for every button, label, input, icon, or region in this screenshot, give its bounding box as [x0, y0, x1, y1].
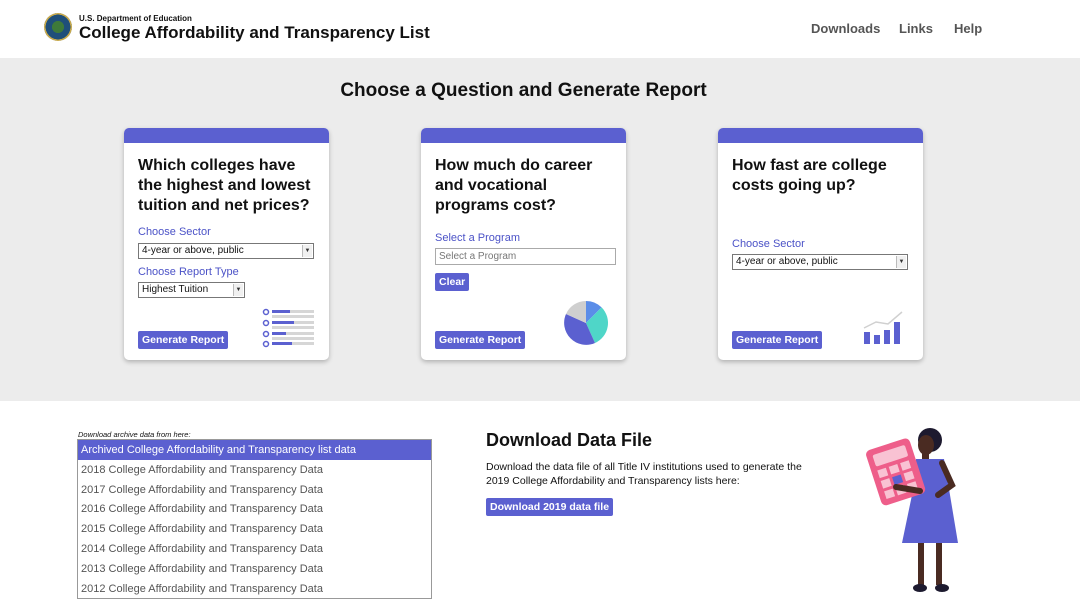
card-question: How much do career and vocational progra…: [435, 157, 593, 214]
archive-list-item[interactable]: 2018 College Affordability and Transpare…: [78, 460, 431, 480]
archive-list-item[interactable]: 2015 College Affordability and Transpare…: [78, 519, 431, 539]
clear-button[interactable]: Clear: [435, 273, 470, 291]
archive-list-item[interactable]: Archived College Affordability and Trans…: [78, 440, 431, 460]
pie-chart-icon: [564, 300, 609, 345]
cost-trend-question-card: How fast are college costs going up? Cho…: [718, 128, 923, 360]
person-with-calculator-illustration: [866, 428, 958, 592]
archive-list-item[interactable]: 2014 College Affordability and Transpare…: [78, 539, 431, 559]
sector-select[interactable]: 4-year or above, public ▼: [732, 254, 908, 270]
download-data-file-button[interactable]: Download 2019 data file: [486, 498, 614, 516]
card-header-band: [421, 128, 626, 143]
report-type-select-value: Highest Tuition: [142, 284, 209, 295]
sector-select-value: 4-year or above, public: [736, 256, 838, 267]
archive-list-item[interactable]: 2013 College Affordability and Transpare…: [78, 559, 431, 579]
download-title: Download Data File: [486, 430, 653, 450]
sector-select[interactable]: 4-year or above, public ▼: [138, 243, 314, 259]
questions-section: Choose a Question and Generate Report Wh…: [0, 58, 1080, 401]
program-label: Select a Program: [435, 232, 520, 244]
dropdown-arrow-icon: ▼: [896, 256, 906, 268]
dropdown-arrow-icon: ▼: [302, 245, 312, 257]
site-title[interactable]: College Affordability and Transparency L…: [79, 23, 430, 43]
sector-label: Choose Sector: [138, 226, 211, 238]
archive-list-item[interactable]: 2012 College Affordability and Transpare…: [78, 579, 431, 598]
report-type-select[interactable]: Highest Tuition ▼: [138, 282, 245, 298]
questions-heading: Choose a Question and Generate Report: [340, 80, 707, 101]
card-question: How fast are college costs going up?: [732, 157, 887, 194]
sector-label: Choose Sector: [732, 238, 805, 250]
list-icon: [262, 308, 314, 348]
generate-report-button[interactable]: Generate Report: [732, 331, 823, 349]
generate-report-button[interactable]: Generate Report: [435, 331, 526, 349]
nav-links[interactable]: Links: [899, 21, 933, 36]
dropdown-arrow-icon: ▼: [233, 284, 243, 296]
program-input[interactable]: Select a Program: [435, 248, 616, 265]
tuition-question-card: Which colleges have the highest and lowe…: [124, 128, 329, 360]
report-type-label: Choose Report Type: [138, 266, 239, 278]
card-header-band: [718, 128, 923, 143]
generate-report-button[interactable]: Generate Report: [138, 331, 229, 349]
archive-caption: Download archive data from here:: [78, 430, 191, 439]
department-seal-icon[interactable]: [44, 13, 72, 41]
card-question: Which colleges have the highest and lowe…: [138, 157, 311, 214]
bar-chart-icon: [863, 311, 903, 344]
download-description: Download the data file of all Title IV i…: [486, 461, 802, 487]
nav-downloads[interactable]: Downloads: [811, 21, 880, 36]
archive-listbox[interactable]: Archived College Affordability and Trans…: [77, 439, 432, 599]
archive-list-item[interactable]: 2016 College Affordability and Transpare…: [78, 499, 431, 519]
department-name: U.S. Department of Education: [79, 14, 192, 23]
program-cost-question-card: How much do career and vocational progra…: [421, 128, 626, 360]
site-header: U.S. Department of Education College Aff…: [0, 0, 1080, 58]
card-header-band: [124, 128, 329, 143]
sector-select-value: 4-year or above, public: [142, 245, 244, 256]
archive-list-item[interactable]: 2017 College Affordability and Transpare…: [78, 480, 431, 500]
nav-help[interactable]: Help: [954, 21, 982, 36]
